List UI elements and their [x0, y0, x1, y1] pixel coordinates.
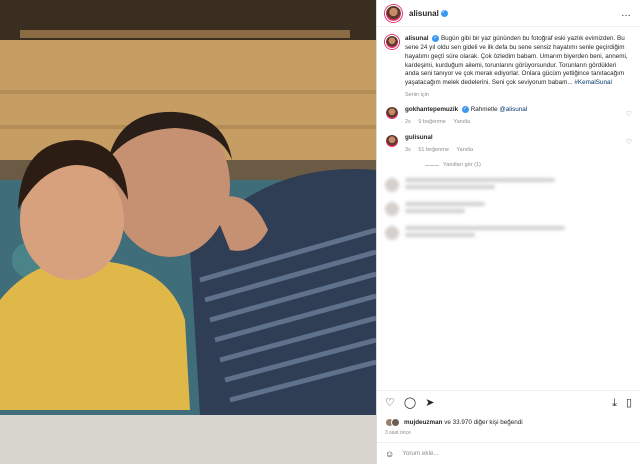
caption-avatar[interactable] — [385, 35, 399, 49]
caption: alisunal Bugün gibi bir yaz gününden bu … — [385, 34, 632, 88]
blurred-avatar — [385, 202, 399, 217]
emoji-icon[interactable]: ☺ — [385, 449, 394, 459]
likes-line: mujdeuzman ve 33.970 diğer kişi beğendi — [377, 416, 640, 428]
add-comment-bar: ☺ Yorum ekle... — [377, 442, 640, 464]
post-actions-bar: ♡ ◯ ➤ ⤓ ▯ — [377, 390, 640, 416]
comment-item: gokhantepemuzik Rahmetle @alisunal 2s 9 … — [385, 105, 632, 126]
comment-likes[interactable]: 9 beğenme — [418, 119, 446, 125]
verified-icon — [461, 105, 469, 113]
blurred-avatar — [385, 226, 399, 241]
liker-avatar — [391, 417, 400, 427]
avatar[interactable] — [385, 4, 402, 22]
blurred-comment — [385, 226, 632, 241]
view-replies-label: Yanıtları gör (1) — [443, 162, 481, 169]
blurred-comment — [385, 178, 632, 193]
comment-reply[interactable]: Yanıtla — [453, 119, 470, 125]
instagram-post-window: alisunal … alisunal Bugün gibi bir yaz g… — [0, 0, 640, 464]
post-photo[interactable] — [0, 0, 376, 464]
comment-username[interactable]: gulisunal — [405, 134, 433, 141]
comment-reply[interactable]: Yanıtla — [456, 147, 473, 153]
comment-text: Rahmetle — [470, 106, 498, 114]
caption-translate[interactable]: Senin için — [405, 92, 632, 98]
verified-icon — [432, 34, 440, 43]
more-options-icon[interactable]: … — [621, 8, 632, 19]
likes-rest[interactable]: ve 33.970 diğer kişi beğendi — [444, 419, 522, 426]
comment-input[interactable]: Yorum ekle... — [402, 450, 439, 457]
post-header: alisunal … — [377, 0, 640, 27]
comments-feed[interactable]: alisunal Bugün gibi bir yaz gününden bu … — [377, 27, 640, 390]
comment-like-heart-icon[interactable]: ♡ — [626, 138, 632, 146]
header-username[interactable]: alisunal — [409, 9, 439, 18]
comment-username[interactable]: gokhantepemuzik — [405, 106, 458, 113]
caption-hashtag[interactable]: #KemalSunal — [574, 79, 611, 86]
view-replies[interactable]: Yanıtları gör (1) — [425, 162, 632, 168]
download-icon[interactable]: ⤓ — [612, 398, 617, 409]
post-time-ago: 3 saat önce — [385, 430, 411, 436]
share-send-icon[interactable]: ➤ — [425, 398, 434, 409]
blurred-avatar — [385, 178, 399, 193]
bookmark-icon[interactable]: ▯ — [626, 398, 632, 409]
caption-username[interactable]: alisunal — [405, 35, 428, 42]
post-photo-pane — [0, 0, 376, 464]
likes-user[interactable]: mujdeuzman — [404, 419, 443, 426]
caption-text-block: alisunal Bugün gibi bir yaz gününden bu … — [405, 34, 632, 88]
blurred-comment — [385, 202, 632, 217]
comment-time: 2s — [405, 118, 411, 125]
comment-avatar[interactable] — [385, 105, 399, 120]
replies-divider — [425, 164, 439, 166]
comment-item: gulisunal 3s 51 beğenme Yanıtla ♡ — [385, 134, 632, 154]
comment-like-heart-icon[interactable]: ♡ — [626, 110, 632, 118]
comment-time: 3s — [405, 146, 411, 153]
comment-mention[interactable]: @alisunal — [499, 106, 527, 113]
verified-icon — [440, 9, 448, 17]
likes-text-block: mujdeuzman ve 33.970 diğer kişi beğendi — [404, 419, 523, 426]
like-heart-icon[interactable]: ♡ — [385, 398, 395, 409]
post-side-panel: alisunal … alisunal Bugün gibi bir yaz g… — [376, 0, 640, 464]
comment-bubble-icon[interactable]: ◯ — [404, 398, 416, 409]
comment-avatar[interactable] — [385, 134, 399, 149]
comment-likes[interactable]: 51 beğenme — [418, 147, 449, 153]
